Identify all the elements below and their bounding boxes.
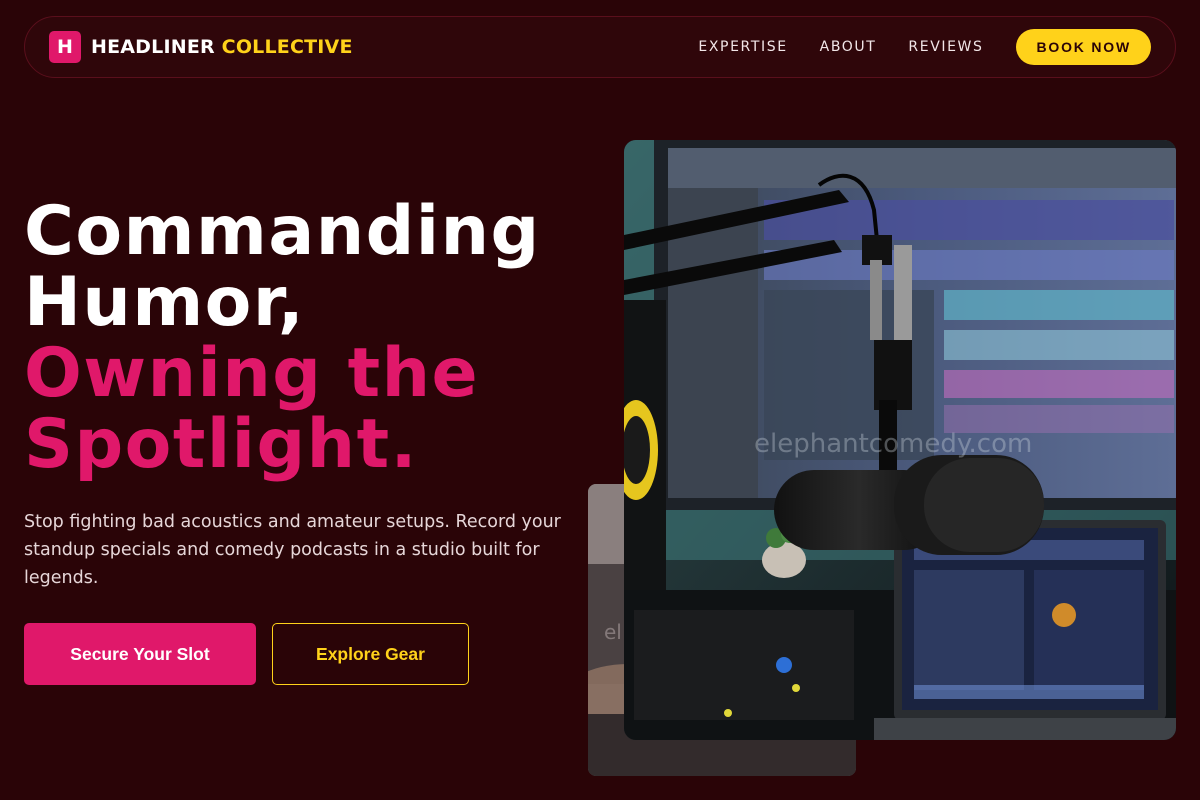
logo-mark-icon: H bbox=[49, 31, 81, 63]
page: H HEADLINER COLLECTIVE EXPERTISE ABOUT R… bbox=[0, 0, 1200, 800]
headline-line-4: Spotlight. bbox=[24, 405, 418, 484]
brand-logo[interactable]: H HEADLINER COLLECTIVE bbox=[49, 31, 353, 63]
nav-link-reviews[interactable]: REVIEWS bbox=[908, 39, 983, 55]
headline-line-2: Humor, bbox=[24, 263, 306, 342]
brand-name: HEADLINER COLLECTIVE bbox=[91, 36, 353, 58]
image-watermark: elephantcomedy.com bbox=[754, 429, 1032, 459]
nav-links: EXPERTISE ABOUT REVIEWS BOOK NOW bbox=[698, 29, 1151, 65]
hero-headline: Commanding Humor, Owning the Spotlight. bbox=[24, 196, 604, 480]
top-navbar: H HEADLINER COLLECTIVE EXPERTISE ABOUT R… bbox=[24, 16, 1176, 78]
back-watermark: el bbox=[604, 620, 622, 644]
explore-gear-button[interactable]: Explore Gear bbox=[272, 623, 469, 685]
nav-link-expertise[interactable]: EXPERTISE bbox=[698, 39, 787, 55]
brand-word-1: HEADLINER bbox=[91, 36, 215, 58]
brand-word-2: COLLECTIVE bbox=[221, 36, 353, 58]
hero-subtext: Stop fighting bad acoustics and amateur … bbox=[24, 512, 561, 588]
secure-slot-button[interactable]: Secure Your Slot bbox=[24, 623, 256, 685]
nav-link-about[interactable]: ABOUT bbox=[820, 39, 877, 55]
hero-photo-studio-mic: elephantcomedy.com bbox=[624, 140, 1176, 740]
headline-line-1: Commanding bbox=[24, 192, 541, 271]
book-now-button[interactable]: BOOK NOW bbox=[1016, 29, 1151, 65]
headline-line-3: Owning the bbox=[24, 334, 480, 413]
